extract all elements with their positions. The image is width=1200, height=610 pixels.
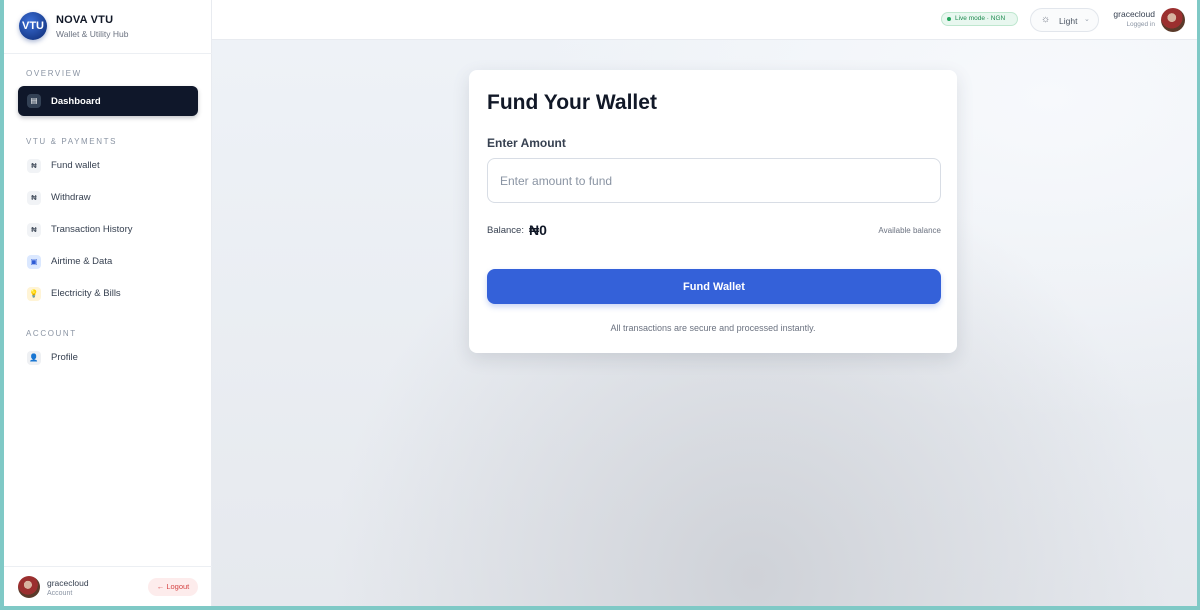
sidebar-item-dashboard[interactable]: ▤ Dashboard — [18, 86, 198, 116]
sidebar-item-label: Electricity & Bills — [51, 288, 121, 299]
app-window: VTU NOVA VTU Wallet & Utility Hub OVERVI… — [4, 0, 1197, 606]
page-title: Fund Your Wallet — [487, 91, 657, 114]
footer-user-role: Account — [47, 590, 73, 597]
live-mode-text: Live mode · NGN — [955, 15, 1006, 22]
security-note: All transactions are secure and processe… — [610, 323, 816, 333]
naira-icon: ₦ — [27, 223, 41, 237]
naira-icon: ₦ — [27, 159, 41, 173]
status-dot-icon — [947, 17, 951, 21]
section-label-account: ACCOUNT — [26, 329, 77, 338]
sidebar-footer: gracecloud Account ← Logout — [4, 566, 212, 606]
sidebar-item-label: Dashboard — [51, 96, 101, 107]
sidebar-item-profile[interactable]: 👤 Profile — [18, 344, 198, 372]
section-label-vtu-payments: VTU & PAYMENTS — [26, 137, 118, 146]
chevron-down-icon: ⌄ — [1084, 16, 1090, 23]
fund-wallet-card: Fund Your Wallet Enter Amount Balance: ₦… — [469, 70, 957, 353]
bulb-icon: 💡 — [27, 287, 41, 301]
topbar-user-status: Logged in — [1126, 21, 1155, 28]
brand-subtitle: Wallet & Utility Hub — [56, 29, 129, 39]
topbar: Live mode · NGN ☼ Light ⌄ gracecloud Log… — [212, 0, 1197, 40]
balance-label: Balance: — [487, 225, 524, 236]
sidebar-item-label: Profile — [51, 352, 78, 363]
fund-wallet-button[interactable]: Fund Wallet — [487, 269, 941, 304]
avatar[interactable] — [18, 576, 40, 598]
user-icon: 👤 — [27, 351, 41, 365]
theme-label: Light — [1059, 16, 1078, 26]
sidebar-item-transaction-history[interactable]: ₦ Transaction History — [18, 216, 198, 244]
live-mode-badge: Live mode · NGN — [941, 12, 1018, 26]
avatar[interactable] — [1161, 8, 1185, 32]
naira-icon: ₦ — [27, 191, 41, 205]
footer-user-name: gracecloud — [47, 578, 89, 588]
theme-toggle[interactable]: ☼ Light ⌄ — [1030, 8, 1099, 32]
sidebar-item-label: Airtime & Data — [51, 256, 113, 267]
brand-name: NOVA VTU — [56, 14, 114, 26]
brand-logo[interactable]: VTU — [19, 12, 47, 40]
sidebar-item-label: Transaction History — [51, 224, 133, 235]
phone-icon: ▣ — [27, 255, 41, 269]
brand-header: VTU NOVA VTU Wallet & Utility Hub — [4, 0, 212, 54]
amount-input[interactable] — [487, 158, 941, 203]
sidebar-item-airtime-data[interactable]: ▣ Airtime & Data — [18, 248, 198, 276]
sidebar: VTU NOVA VTU Wallet & Utility Hub OVERVI… — [4, 0, 212, 606]
sun-icon: ☼ — [1041, 14, 1051, 25]
topbar-user-name: gracecloud — [1113, 9, 1155, 19]
sidebar-item-withdraw[interactable]: ₦ Withdraw — [18, 184, 198, 212]
dashboard-icon: ▤ — [27, 94, 41, 108]
main-content: Fund Your Wallet Enter Amount Balance: ₦… — [212, 40, 1197, 606]
sidebar-item-electricity-bills[interactable]: 💡 Electricity & Bills — [18, 280, 198, 308]
logout-button[interactable]: ← Logout — [148, 578, 198, 596]
balance-hint: Available balance — [878, 226, 941, 235]
sidebar-item-fund-wallet[interactable]: ₦ Fund wallet — [18, 152, 198, 180]
section-label-overview: OVERVIEW — [26, 69, 82, 78]
sidebar-item-label: Withdraw — [51, 192, 91, 203]
sidebar-item-label: Fund wallet — [51, 160, 100, 171]
amount-label: Enter Amount — [487, 136, 566, 150]
balance-value: ₦0 — [529, 222, 547, 238]
